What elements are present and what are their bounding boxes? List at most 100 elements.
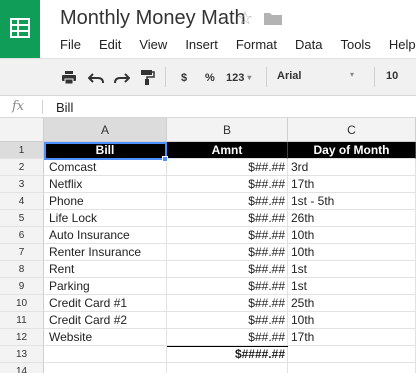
fx-icon: fx <box>12 99 25 114</box>
cell-c[interactable]: 1st <box>288 278 416 295</box>
cell-c[interactable]: 26th <box>288 210 416 227</box>
number-format-button[interactable]: 123 ▾ <box>226 59 251 96</box>
toolbar-divider <box>165 67 166 87</box>
table-row: Renter Insurance $##.## 10th <box>44 244 416 261</box>
cell-c[interactable]: 17th <box>288 329 416 346</box>
menu-edit[interactable]: Edit <box>99 37 121 55</box>
cell-a[interactable] <box>44 346 167 363</box>
cell-c[interactable]: 17th <box>288 176 416 193</box>
row-header[interactable]: 9 <box>0 278 44 295</box>
menu-insert[interactable]: Insert <box>185 37 218 55</box>
font-family-value: Arial <box>277 70 302 82</box>
cell-b[interactable] <box>167 363 288 373</box>
table-row: Comcast $##.## 3rd <box>44 159 416 176</box>
font-family-select[interactable]: Arial ▾ <box>268 67 372 87</box>
cell-c[interactable]: 1st - 5th <box>288 193 416 210</box>
row-header[interactable]: 3 <box>0 176 44 193</box>
cell-a[interactable]: Netflix <box>44 176 167 193</box>
menu-view[interactable]: View <box>139 37 167 55</box>
formula-bar: fx Bill <box>0 96 416 118</box>
cell-b[interactable]: $##.## <box>167 329 288 346</box>
currency-format-button[interactable]: $ <box>181 59 187 96</box>
folder-icon[interactable] <box>264 12 282 25</box>
print-icon <box>62 71 76 84</box>
total-amount-cell[interactable]: $####.## <box>167 346 288 363</box>
cell-c[interactable]: 10th <box>288 244 416 261</box>
row-header[interactable]: 4 <box>0 193 44 210</box>
row-header[interactable]: 7 <box>0 244 44 261</box>
cell-c[interactable] <box>288 346 416 363</box>
menu-file[interactable]: File <box>60 37 81 55</box>
toolbar-divider <box>266 67 267 87</box>
table-row: Netflix $##.## 17th <box>44 176 416 193</box>
cell-c[interactable]: 3rd <box>288 159 416 176</box>
cell-b[interactable]: $##.## <box>167 227 288 244</box>
cell-c[interactable]: 10th <box>288 227 416 244</box>
cell-b[interactable]: $##.## <box>167 312 288 329</box>
cell-a[interactable]: Parking <box>44 278 167 295</box>
spreadsheet-grid: A B C 1 2 3 4 5 6 7 8 9 10 11 12 13 14 B… <box>0 118 416 373</box>
redo-button[interactable] <box>114 59 130 96</box>
percent-format-button[interactable]: % <box>205 59 215 96</box>
redo-icon <box>114 72 130 83</box>
column-header-c[interactable]: C <box>288 118 416 142</box>
cell-a[interactable]: Life Lock <box>44 210 167 227</box>
cell-b[interactable]: $##.## <box>167 261 288 278</box>
row-header[interactable]: 8 <box>0 261 44 278</box>
cell-a[interactable]: Rent <box>44 261 167 278</box>
row-header[interactable]: 14 <box>0 363 44 373</box>
sheets-logo[interactable] <box>0 0 40 58</box>
menu-help[interactable]: Help <box>389 37 416 55</box>
cell-c1[interactable]: Day of Month <box>288 142 416 159</box>
cell-b[interactable]: $##.## <box>167 193 288 210</box>
column-header-a[interactable]: A <box>44 118 167 142</box>
table-row: Credit Card #1 $##.## 25th <box>44 295 416 312</box>
table-row <box>44 363 416 373</box>
cell-a[interactable]: Credit Card #2 <box>44 312 167 329</box>
menu-tools[interactable]: Tools <box>340 37 370 55</box>
undo-button[interactable] <box>88 59 104 96</box>
cell-c[interactable]: 25th <box>288 295 416 312</box>
menu-format[interactable]: Format <box>236 37 277 55</box>
toolbar-divider <box>374 67 375 87</box>
cell-b[interactable]: $##.## <box>167 210 288 227</box>
row-header[interactable]: 10 <box>0 295 44 312</box>
cell-a[interactable] <box>44 363 167 373</box>
star-icon[interactable]: ☆ <box>237 7 253 29</box>
cell-b[interactable]: $##.## <box>167 244 288 261</box>
cell-b[interactable]: $##.## <box>167 159 288 176</box>
fill-handle[interactable] <box>162 156 168 162</box>
formula-input[interactable]: Bill <box>56 100 73 115</box>
row-header[interactable]: 6 <box>0 227 44 244</box>
cell-a[interactable]: Renter Insurance <box>44 244 167 261</box>
cell-a[interactable]: Phone <box>44 193 167 210</box>
cell-c[interactable]: 1st <box>288 261 416 278</box>
table-row: Auto Insurance $##.## 10th <box>44 227 416 244</box>
cell-a[interactable]: Comcast <box>44 159 167 176</box>
table-row: Life Lock $##.## 26th <box>44 210 416 227</box>
row-header[interactable]: 2 <box>0 159 44 176</box>
cell-b1[interactable]: Amnt <box>167 142 288 159</box>
select-all-corner[interactable] <box>0 118 44 142</box>
print-button[interactable] <box>62 59 76 96</box>
cell-c[interactable] <box>288 363 416 373</box>
paint-format-button[interactable] <box>141 59 155 96</box>
row-header[interactable]: 1 <box>0 142 44 159</box>
number-format-label: 123 <box>226 71 245 84</box>
cell-c[interactable]: 10th <box>288 312 416 329</box>
row-header[interactable]: 12 <box>0 329 44 346</box>
row-header[interactable]: 13 <box>0 346 44 363</box>
cell-b[interactable]: $##.## <box>167 176 288 193</box>
row-header[interactable]: 5 <box>0 210 44 227</box>
cell-b[interactable]: $##.## <box>167 295 288 312</box>
menu-data[interactable]: Data <box>295 37 322 55</box>
font-size-select[interactable]: 10 <box>386 70 398 82</box>
cell-b[interactable]: $##.## <box>167 278 288 295</box>
cell-a[interactable]: Credit Card #1 <box>44 295 167 312</box>
document-title[interactable]: Monthly Money Math <box>60 7 246 30</box>
column-header-b[interactable]: B <box>167 118 288 142</box>
row-header[interactable]: 11 <box>0 312 44 329</box>
cell-a[interactable]: Website <box>44 329 167 346</box>
cell-a[interactable]: Auto Insurance <box>44 227 167 244</box>
table-row: Rent $##.## 1st <box>44 261 416 278</box>
